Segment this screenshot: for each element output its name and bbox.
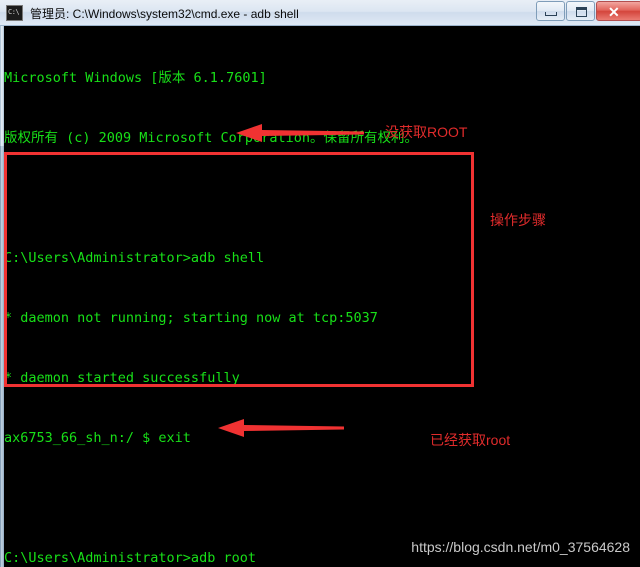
terminal-line: C:\Users\Administrator>adb shell [4, 250, 265, 266]
terminal-output: Microsoft Windows [版本 6.1.7601] 版权所有 (c)… [4, 28, 634, 567]
annotation-label-root-obtained: 已经获取root [430, 432, 511, 448]
terminal-line: Microsoft Windows [版本 6.1.7601] [4, 70, 267, 86]
minimize-icon [545, 12, 557, 16]
terminal-line: * daemon not running; starting now at tc… [4, 310, 378, 326]
window-controls: ✕ [535, 1, 640, 22]
annotation-label-no-root: 没获取ROOT [385, 124, 468, 140]
close-button[interactable]: ✕ [596, 1, 640, 21]
window-titlebar[interactable]: 管理员: C:\Windows\system32\cmd.exe - adb s… [0, 0, 640, 26]
terminal-line: * daemon started successfully [4, 370, 240, 386]
console-area[interactable]: Microsoft Windows [版本 6.1.7601] 版权所有 (c)… [0, 26, 640, 567]
arrow-no-root [236, 124, 364, 142]
window-title: 管理员: C:\Windows\system32\cmd.exe - adb s… [30, 6, 299, 21]
maximize-icon [576, 7, 587, 17]
maximize-button[interactable] [566, 1, 595, 21]
close-icon: ✕ [608, 4, 620, 20]
watermark-text: https://blog.csdn.net/m0_37564628 [411, 539, 630, 555]
minimize-button[interactable] [536, 1, 565, 21]
annotation-label-operation-steps: 操作步骤 [490, 212, 546, 228]
arrow-root-obtained [218, 419, 344, 437]
cmd-console-icon [6, 5, 23, 21]
titlebar-left-group: 管理员: C:\Windows\system32\cmd.exe - adb s… [6, 0, 299, 26]
screenshot-root: 管理员: C:\Windows\system32\cmd.exe - adb s… [0, 0, 640, 567]
